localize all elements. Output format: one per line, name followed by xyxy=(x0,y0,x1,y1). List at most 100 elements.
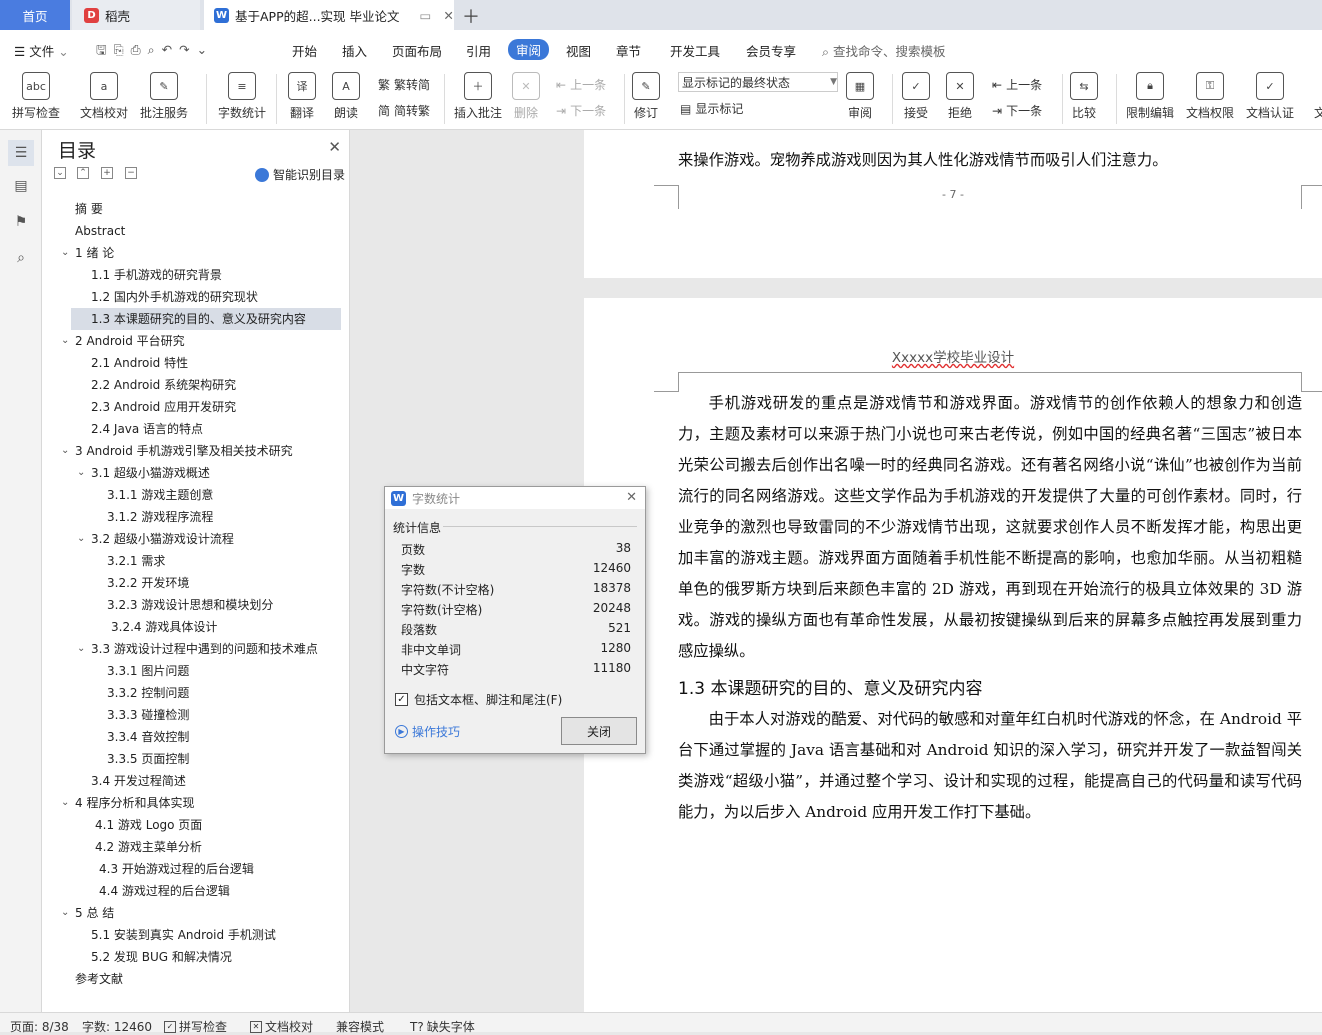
close-button[interactable]: 关闭 xyxy=(561,717,637,745)
toc-item[interactable]: 3.4 开发过程简述 xyxy=(91,770,186,792)
expand-up-icon[interactable]: ⌃ xyxy=(77,167,89,179)
chevron-down-icon[interactable]: ⌄ xyxy=(77,533,85,544)
toc-item[interactable]: 3.2.1 需求 xyxy=(107,550,165,572)
next-comment-button[interactable]: ⇥ 下一条 xyxy=(556,102,606,119)
tab-pin-icon[interactable]: ▭ xyxy=(420,8,432,23)
toc-item[interactable]: 3.2.3 游戏设计思想和模块划分 xyxy=(107,594,273,616)
dialog-title-bar[interactable]: W 字数统计 xyxy=(385,487,645,509)
next-change-button[interactable]: ⇥ 下一条 xyxy=(992,102,1042,119)
chevron-down-icon[interactable]: ⌄ xyxy=(77,467,85,478)
compare-button[interactable]: ⇆ 比较 xyxy=(1070,72,1098,121)
toc-item[interactable]: 3.3.4 音效控制 xyxy=(107,726,189,748)
toc-item[interactable]: 5.1 安装到真实 Android 手机测试 xyxy=(91,924,276,946)
toc-item[interactable]: 1.3 本课题研究的目的、意义及研究内容 xyxy=(71,308,341,330)
menu-start[interactable]: 开始 xyxy=(292,41,317,60)
toc-item[interactable]: 1 绪 论 xyxy=(75,242,114,264)
include-textbox-checkbox[interactable]: ✓ 包括文本框、脚注和尾注(F) xyxy=(395,691,562,708)
spell-check-button[interactable]: abc 拼写检查 xyxy=(12,72,60,121)
status-spell-check[interactable]: ✓ 拼写检查 xyxy=(164,1018,227,1035)
toc-icon[interactable]: ☰ xyxy=(8,140,34,166)
toc-item[interactable]: Abstract xyxy=(75,220,125,242)
new-tab-icon[interactable]: ＋ xyxy=(462,3,480,29)
more-ribbon-button[interactable]: 文 xyxy=(1306,72,1322,121)
toc-item[interactable]: 2.4 Java 语言的特点 xyxy=(91,418,203,440)
translate-button[interactable]: 译翻译 xyxy=(288,72,316,121)
toc-item[interactable]: 4.4 游戏过程的后台逻辑 xyxy=(99,880,230,902)
toc-item[interactable]: 4.2 游戏主菜单分析 xyxy=(95,836,202,858)
toc-item[interactable]: 4.3 开始游戏过程的后台逻辑 xyxy=(99,858,254,880)
chevron-down-icon[interactable]: ⌄ xyxy=(61,445,69,456)
toc-item[interactable]: 参考文献 xyxy=(75,968,123,990)
toc-item[interactable]: 3.1.2 游戏程序流程 xyxy=(107,506,213,528)
tips-link[interactable]: ▶ 操作技巧 xyxy=(395,723,460,740)
status-compat-mode[interactable]: 兼容模式 xyxy=(336,1018,384,1035)
toc-item[interactable]: 3.3.5 页面控制 xyxy=(107,748,189,770)
tab-close-icon[interactable]: ✕ xyxy=(443,8,453,23)
toc-item[interactable]: 5.2 发现 BUG 和解决情况 xyxy=(91,946,232,968)
prev-comment-button[interactable]: ⇤ 上一条 xyxy=(556,76,606,93)
delete-comment-button[interactable]: ✕ 删除 xyxy=(512,72,540,121)
quick-access-icons[interactable]: 🖫⎘⎙⌕↶↷⌄ xyxy=(96,41,214,62)
toc-item[interactable]: 2.2 Android 系统架构研究 xyxy=(91,374,236,396)
menu-page-layout[interactable]: 页面布局 xyxy=(392,41,442,60)
menu-insert[interactable]: 插入 xyxy=(342,41,367,60)
toc-item[interactable]: 2.3 Android 应用开发研究 xyxy=(91,396,236,418)
close-icon[interactable]: ✕ xyxy=(626,490,637,505)
menu-chapter[interactable]: 章节 xyxy=(616,41,641,60)
bookmark-icon[interactable]: ⚑ xyxy=(12,214,30,232)
chevron-down-icon[interactable]: ⌄ xyxy=(61,247,69,258)
toc-item[interactable]: 3 Android 手机游戏引擎及相关技术研究 xyxy=(75,440,293,462)
tab-daoke[interactable]: D 稻壳 xyxy=(72,0,200,30)
show-markup-button[interactable]: ▤ 显示标记 xyxy=(680,100,743,117)
doc-rights-button[interactable]: ⚿ 文档权限 xyxy=(1186,72,1234,121)
tab-home[interactable]: 首页 xyxy=(0,0,70,30)
toc-item[interactable]: 3.2.2 开发环境 xyxy=(107,572,189,594)
close-icon[interactable]: ✕ xyxy=(328,138,341,156)
status-missing-font[interactable]: T? 缺失字体 xyxy=(410,1018,475,1035)
toc-item[interactable]: 3.2.4 游戏具体设计 xyxy=(111,616,217,638)
chevron-down-icon[interactable]: ⌄ xyxy=(61,907,69,918)
tab-document[interactable]: W 基于APP的超...实现 毕业论文 ▭ ✕ xyxy=(204,0,454,30)
search-icon[interactable]: ⌕ xyxy=(12,250,30,268)
toc-item[interactable]: 3.3 游戏设计过程中遇到的问题和技术难点 xyxy=(91,638,318,660)
collapse-all-icon[interactable]: ⌄ xyxy=(54,167,66,179)
smart-toc-button[interactable]: 智能识别目录 xyxy=(255,166,345,183)
simp-to-trad-button[interactable]: 简简转繁 xyxy=(378,102,430,119)
doc-cert-button[interactable]: ✓ 文档认证 xyxy=(1246,72,1294,121)
revise-button[interactable]: ✎ 修订 xyxy=(632,72,660,121)
chapter-nav-icon[interactable]: ▤ xyxy=(12,178,30,196)
toc-item[interactable]: 3.3.3 碰撞检测 xyxy=(107,704,189,726)
menu-dev-tools[interactable]: 开发工具 xyxy=(670,41,720,60)
markup-state-select[interactable]: 显示标记的最终状态 ▼ xyxy=(678,72,838,92)
toc-item[interactable]: 5 总 结 xyxy=(75,902,114,924)
chevron-down-icon[interactable]: ⌄ xyxy=(61,797,69,808)
chevron-down-icon[interactable]: ⌄ xyxy=(61,335,69,346)
doc-proof-button[interactable]: a 文档校对 xyxy=(80,72,128,121)
insert-comment-button[interactable]: ＋ 插入批注 xyxy=(454,72,502,121)
annotate-service-button[interactable]: ✎ 批注服务 xyxy=(140,72,188,121)
toc-item[interactable]: 1.2 国内外手机游戏的研究现状 xyxy=(91,286,258,308)
review-pane-button[interactable]: ▦ 审阅 xyxy=(846,72,874,121)
toc-item[interactable]: 4.1 游戏 Logo 页面 xyxy=(95,814,202,836)
reject-button[interactable]: ✕ 拒绝 xyxy=(946,72,974,121)
chevron-down-icon[interactable]: ⌄ xyxy=(77,643,85,654)
status-doc-proof[interactable]: ✕ 文档校对 xyxy=(250,1018,313,1035)
toc-item[interactable]: 3.3.2 控制问题 xyxy=(107,682,189,704)
menu-view[interactable]: 视图 xyxy=(566,41,591,60)
restrict-edit-button[interactable]: 🔒︎ 限制编辑 xyxy=(1126,72,1174,121)
toc-item[interactable]: 4 程序分析和具体实现 xyxy=(75,792,194,814)
word-count-button[interactable]: ≡ 字数统计 xyxy=(218,72,266,121)
toc-item[interactable]: 3.1 超级小猫游戏概述 xyxy=(91,462,210,484)
status-word-count[interactable]: 字数: 12460 xyxy=(82,1018,152,1035)
toc-item[interactable]: 3.2 超级小猫游戏设计流程 xyxy=(91,528,234,550)
file-menu[interactable]: ☰ 文件 ⌄ xyxy=(14,41,69,60)
menu-reference[interactable]: 引用 xyxy=(466,41,491,60)
menu-review[interactable]: 审阅 xyxy=(508,39,550,60)
read-aloud-button[interactable]: A 朗读 xyxy=(332,72,360,121)
prev-change-button[interactable]: ⇤ 上一条 xyxy=(992,76,1042,93)
toc-item[interactable]: 1.1 手机游戏的研究背景 xyxy=(91,264,222,286)
toc-item[interactable]: 2 Android 平台研究 xyxy=(75,330,185,352)
toc-item[interactable]: 2.1 Android 特性 xyxy=(91,352,188,374)
status-page[interactable]: 页面: 8/38 xyxy=(10,1018,69,1035)
toc-item[interactable]: 3.3.1 图片问题 xyxy=(107,660,189,682)
